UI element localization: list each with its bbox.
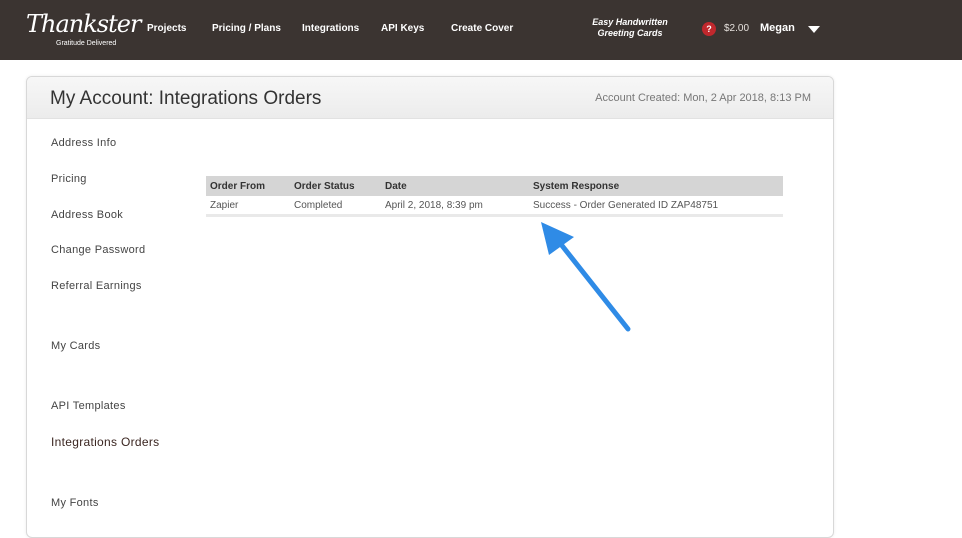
nav-projects[interactable]: Projects [147, 23, 186, 34]
account-balance: $2.00 [724, 23, 750, 34]
sidebar-item-my-fonts[interactable]: My Fonts [51, 497, 99, 509]
nav-integrations[interactable]: Integrations [302, 23, 359, 34]
top-navbar: Thankster Gratitude Delivered Projects P… [0, 0, 962, 60]
logo-wordmark: Thankster [26, 10, 141, 38]
nav-api-keys[interactable]: API Keys [381, 23, 424, 34]
table-header-row: Order From Order Status Date System Resp… [206, 176, 783, 196]
integrations-orders-table: Order From Order Status Date System Resp… [206, 176, 783, 217]
nav-create-cover[interactable]: Create Cover [451, 23, 513, 34]
sidebar-item-address-book[interactable]: Address Book [51, 209, 123, 221]
sidebar-item-address-info[interactable]: Address Info [51, 137, 116, 149]
promo-line-1: Easy Handwritten [592, 17, 668, 27]
help-icon[interactable]: ? [702, 22, 716, 36]
column-header-date: Date [381, 176, 529, 196]
panel-header: My Account: Integrations Orders Account … [27, 77, 833, 119]
sidebar-item-change-password[interactable]: Change Password [51, 244, 145, 256]
page-title: My Account: Integrations Orders [50, 88, 322, 109]
promo-line-2: Greeting Cards [597, 28, 663, 38]
column-header-order-from: Order From [206, 176, 290, 196]
sidebar-item-referral-earnings[interactable]: Referral Earnings [51, 280, 142, 292]
sidebar-item-api-templates[interactable]: API Templates [51, 400, 126, 412]
sidebar-item-my-cards[interactable]: My Cards [51, 340, 100, 352]
cell-order-status: Completed [290, 196, 381, 217]
logo-tagline: Gratitude Delivered [56, 40, 117, 47]
cell-system-response: Success - Order Generated ID ZAP48751 [529, 196, 783, 217]
chevron-down-icon[interactable] [808, 26, 820, 33]
promo-link[interactable]: Easy Handwritten Greeting Cards [588, 17, 672, 39]
account-panel: My Account: Integrations Orders Account … [26, 76, 834, 538]
sidebar-item-integrations-orders[interactable]: Integrations Orders [51, 435, 159, 449]
nav-pricing-plans[interactable]: Pricing / Plans [212, 23, 281, 34]
thankster-logo[interactable]: Thankster Gratitude Delivered [26, 10, 141, 52]
column-header-order-status: Order Status [290, 176, 381, 196]
cell-order-from: Zapier [206, 196, 290, 217]
user-menu-name[interactable]: Megan [760, 22, 795, 34]
account-created-date: Account Created: Mon, 2 Apr 2018, 8:13 P… [595, 92, 811, 104]
table-row: Zapier Completed April 2, 2018, 8:39 pm … [206, 196, 783, 217]
sidebar-item-pricing[interactable]: Pricing [51, 173, 87, 185]
cell-date: April 2, 2018, 8:39 pm [381, 196, 529, 217]
column-header-system-response: System Response [529, 176, 783, 196]
